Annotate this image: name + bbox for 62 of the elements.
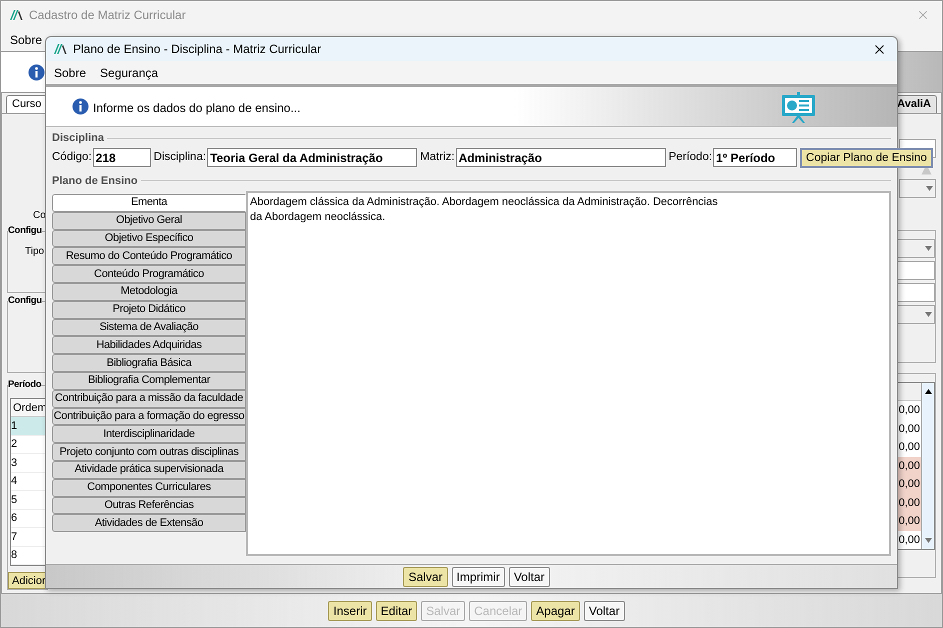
logo-icon [9, 9, 23, 21]
field-label: Matriz: [420, 150, 455, 165]
dropdown-arrow-icon[interactable] [926, 186, 933, 191]
banner-text: Informe os dados do plano de ensino... [93, 100, 300, 117]
menu-item[interactable]: Sobre [54, 64, 86, 82]
section-tab[interactable]: Habilidades Adquiridas [52, 336, 246, 354]
copy-button[interactable]: Copiar Plano de Ensino [800, 148, 933, 168]
scrollbar[interactable] [921, 383, 934, 549]
menu-item[interactable]: Sobre [10, 31, 42, 49]
text-area[interactable]: Abordagem clássica da Administração. Abordagem neoclássica da Administração. Decorrências da Abordagem neoclássica. [246, 191, 891, 556]
info-icon [72, 98, 89, 115]
scroll-up-icon[interactable] [924, 389, 932, 394]
menu-item[interactable]: Segurança [100, 64, 158, 82]
section-title: Disciplina [52, 131, 104, 146]
section-tab[interactable]: Conteúdo Programático [52, 265, 246, 283]
scroll-down-icon[interactable] [924, 538, 932, 543]
text-field[interactable]: Administração [456, 148, 666, 167]
action-button[interactable]: Voltar [508, 566, 550, 586]
section-tab[interactable]: Metodologia [52, 282, 246, 301]
section-tab[interactable]: Projeto conjunto com outras disciplinas [52, 443, 246, 461]
logo-icon [53, 43, 67, 55]
section-tab[interactable]: Interdisciplinaridade [52, 425, 246, 444]
section-tab[interactable]: Ementa [52, 194, 246, 212]
dropdown-arrow-icon[interactable] [925, 312, 932, 317]
text-field[interactable]: 218 [92, 148, 151, 167]
table-cell: 1 [11, 417, 48, 436]
dropdown[interactable] [899, 179, 936, 198]
section-tab[interactable]: Projeto Didático [52, 300, 246, 319]
text-field[interactable] [895, 283, 935, 302]
section-tab[interactable]: Atividade prática supervisionada [52, 460, 246, 479]
section-tab[interactable]: Sistema de Avaliação [52, 318, 246, 336]
window-title: Cadastro de Matriz Curricular [29, 7, 186, 24]
action-button[interactable]: Inserir [328, 600, 372, 620]
field-label: Código: [52, 150, 92, 165]
dropdown-arrow-icon[interactable] [925, 246, 932, 251]
dialog-title: Plano de Ensino - Disciplina - Matriz Curricular [73, 41, 322, 58]
action-button[interactable]: Imprimir [452, 566, 505, 586]
section-tab[interactable]: Resumo do Conteúdo Programático [52, 247, 246, 266]
presentation-icon [781, 92, 816, 124]
field-label: Período: [668, 150, 712, 165]
section-tab[interactable]: Componentes Curriculares [52, 478, 246, 497]
section-tab[interactable]: Contribuição para a missão da faculdade [52, 390, 246, 408]
text-field[interactable]: 1º Período [713, 148, 798, 167]
action-button[interactable]: Apagar [531, 600, 580, 620]
field-label: Disciplina: [154, 150, 206, 165]
section-tab[interactable]: Bibliografia Complementar [52, 372, 246, 390]
field-label: Co [33, 209, 46, 223]
section-tab[interactable]: Objetivo Específico [52, 230, 246, 248]
action-button[interactable]: Editar [376, 600, 418, 620]
tab[interactable]: Curso [6, 95, 48, 113]
text-field[interactable] [895, 261, 935, 280]
text-field[interactable]: Teoria Geral da Administração [207, 148, 418, 167]
action-button[interactable]: Voltar [584, 600, 625, 620]
section-tab[interactable]: Outras Referências [52, 496, 246, 514]
add-button[interactable]: Adicior [8, 572, 48, 589]
section-tab[interactable]: Atividades de Extensão [52, 514, 246, 532]
section-tab[interactable]: Objetivo Geral [52, 212, 246, 230]
field-label: Tipo [25, 245, 44, 260]
action-button[interactable]: Salvar [403, 566, 448, 586]
section-tab[interactable]: Bibliografia Básica [52, 354, 246, 372]
section-title: Plano de Ensino [52, 174, 138, 188]
section-tab[interactable]: Contribuição para a formação do egresso [52, 408, 246, 426]
